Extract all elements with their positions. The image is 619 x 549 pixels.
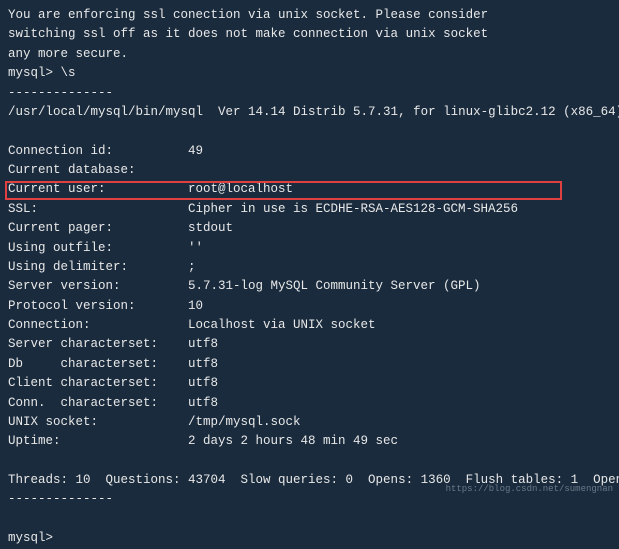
warning-line-3: any more secure. xyxy=(8,45,611,64)
status-key: Current pager: xyxy=(8,219,188,238)
warning-line-2: switching ssl off as it does not make co… xyxy=(8,25,611,44)
status-key: Protocol version: xyxy=(8,297,188,316)
status-row: SSL:Cipher in use is ECDHE-RSA-AES128-GC… xyxy=(8,200,611,219)
status-key: Conn. characterset: xyxy=(8,394,188,413)
status-value: utf8 xyxy=(188,374,218,393)
status-key: Client characterset: xyxy=(8,374,188,393)
status-key: Uptime: xyxy=(8,432,188,451)
status-row: Connection id:49 xyxy=(8,142,611,161)
status-key: Server characterset: xyxy=(8,335,188,354)
status-row: Uptime:2 days 2 hours 48 min 49 sec xyxy=(8,432,611,451)
status-value: 10 xyxy=(188,297,203,316)
divider-dashes: -------------- xyxy=(8,84,611,103)
status-key: Using delimiter: xyxy=(8,258,188,277)
status-row: Connection:Localhost via UNIX socket xyxy=(8,316,611,335)
status-row: Current user:root@localhost xyxy=(8,180,611,199)
status-value: root@localhost xyxy=(188,180,293,199)
status-row: Using outfile:'' xyxy=(8,239,611,258)
status-row: Db characterset:utf8 xyxy=(8,355,611,374)
status-row: Protocol version:10 xyxy=(8,297,611,316)
status-row: UNIX socket:/tmp/mysql.sock xyxy=(8,413,611,432)
blank-line xyxy=(8,122,611,141)
status-row: Current pager:stdout xyxy=(8,219,611,238)
blank-line xyxy=(8,452,611,471)
status-key: Current database: xyxy=(8,161,188,180)
status-value: Cipher in use is ECDHE-RSA-AES128-GCM-SH… xyxy=(188,200,518,219)
status-key: Connection id: xyxy=(8,142,188,161)
status-key: SSL: xyxy=(8,200,188,219)
status-value: stdout xyxy=(188,219,233,238)
status-key: Db characterset: xyxy=(8,355,188,374)
status-key: Server version: xyxy=(8,277,188,296)
status-value: 49 xyxy=(188,142,203,161)
status-value: utf8 xyxy=(188,355,218,374)
status-value: utf8 xyxy=(188,394,218,413)
status-row: Server characterset:utf8 xyxy=(8,335,611,354)
prompt-status-cmd: mysql> \s xyxy=(8,64,611,83)
status-row: Server version:5.7.31-log MySQL Communit… xyxy=(8,277,611,296)
status-key: UNIX socket: xyxy=(8,413,188,432)
status-row: Conn. characterset:utf8 xyxy=(8,394,611,413)
status-value: ; xyxy=(188,258,196,277)
status-value: 5.7.31-log MySQL Community Server (GPL) xyxy=(188,277,481,296)
status-row: Current database: xyxy=(8,161,611,180)
status-table: Connection id:49Current database:Current… xyxy=(8,142,611,452)
status-value: utf8 xyxy=(188,335,218,354)
status-value: 2 days 2 hours 48 min 49 sec xyxy=(188,432,398,451)
status-key: Connection: xyxy=(8,316,188,335)
watermark: https://blog.csdn.net/sumengnan xyxy=(446,483,613,497)
warning-line-1: You are enforcing ssl conection via unix… xyxy=(8,6,611,25)
status-value: '' xyxy=(188,239,203,258)
blank-line xyxy=(8,510,611,529)
prompt-end[interactable]: mysql> xyxy=(8,529,611,548)
status-key: Using outfile: xyxy=(8,239,188,258)
status-row: Client characterset:utf8 xyxy=(8,374,611,393)
status-row: Using delimiter:; xyxy=(8,258,611,277)
version-line: /usr/local/mysql/bin/mysql Ver 14.14 Dis… xyxy=(8,103,611,122)
status-value: Localhost via UNIX socket xyxy=(188,316,376,335)
status-value: /tmp/mysql.sock xyxy=(188,413,301,432)
status-key: Current user: xyxy=(8,180,188,199)
